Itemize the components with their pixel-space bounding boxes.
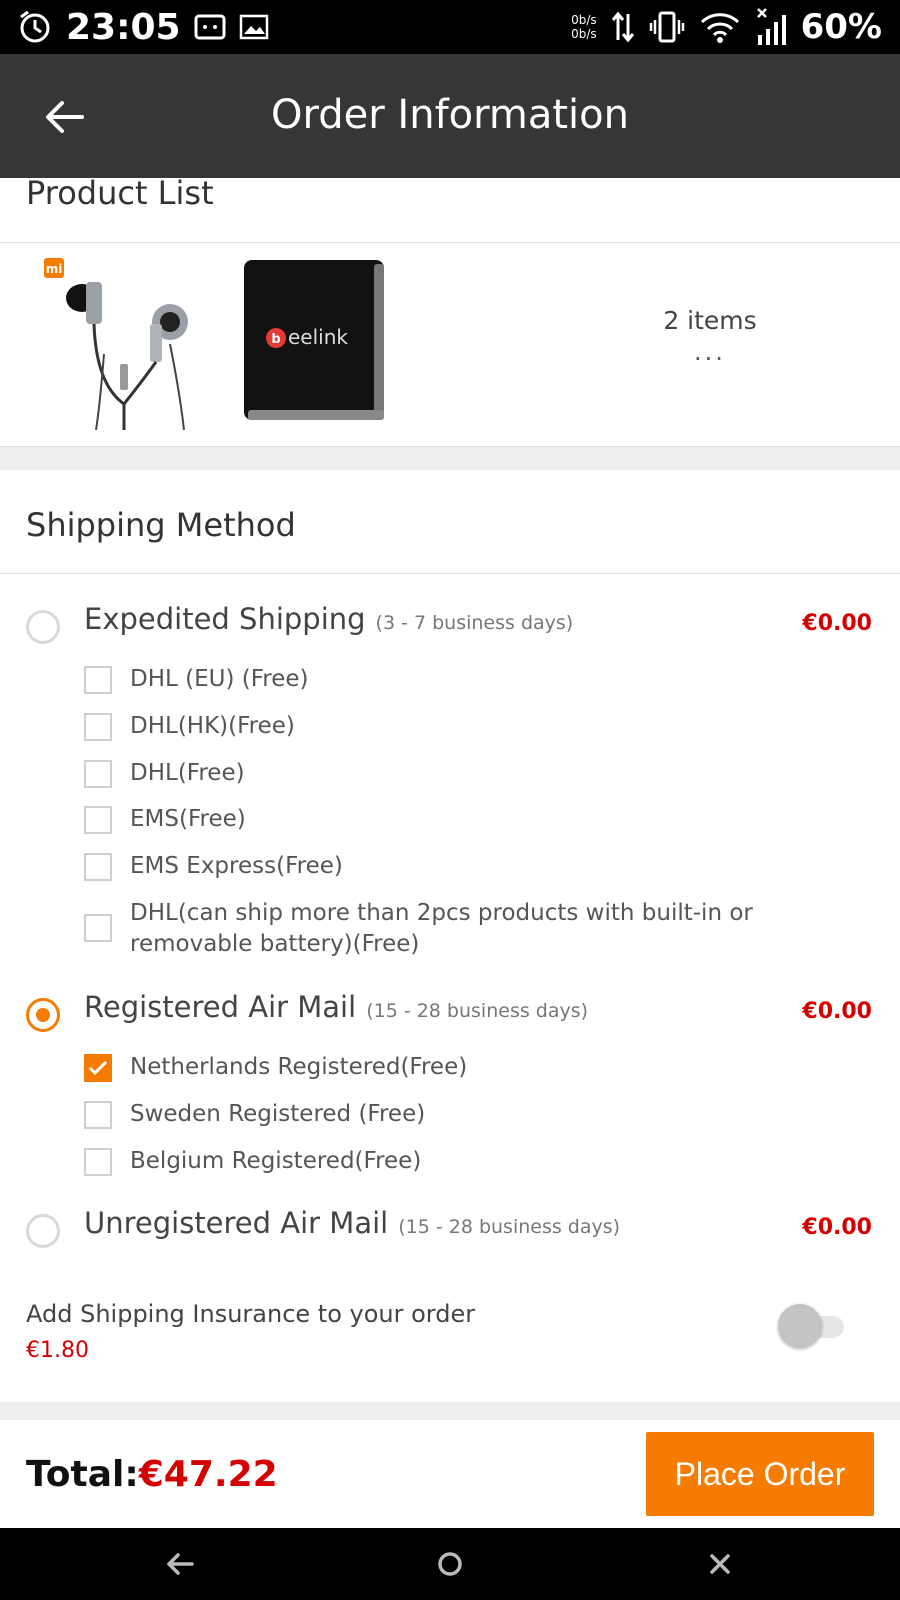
- radio-registered-air-mail[interactable]: [26, 998, 60, 1032]
- checkbox-dhl-battery[interactable]: [84, 914, 112, 942]
- method-price: €0.00: [802, 611, 872, 636]
- nav-close-icon: [710, 1554, 730, 1574]
- option-dhl-battery[interactable]: DHL(can ship more than 2pcs products wit…: [130, 898, 820, 960]
- method-name: Registered Air Mail: [84, 990, 357, 1024]
- tv-box-image: b eelink: [244, 260, 384, 420]
- method-price: €0.00: [802, 999, 872, 1024]
- order-footer: Total:€47.22 Place Order: [0, 1420, 900, 1528]
- checkbox-ems-express[interactable]: [84, 853, 112, 881]
- product-thumb-tv-box[interactable]: b eelink: [222, 254, 406, 430]
- total-amount: €47.22: [138, 1454, 278, 1495]
- method-registered-air-mail[interactable]: Registered Air Mail (15 - 28 business day…: [84, 990, 588, 1024]
- product-list-divider: [0, 242, 900, 243]
- vibrate-icon: [649, 11, 684, 43]
- method-days: (3 - 7 business days): [375, 612, 574, 634]
- place-order-button[interactable]: Place Order: [646, 1432, 874, 1516]
- option-belgium-registered[interactable]: Belgium Registered(Free): [130, 1146, 421, 1177]
- items-count[interactable]: 2 items: [630, 306, 790, 335]
- option-dhl-eu[interactable]: DHL (EU) (Free): [130, 664, 309, 695]
- checkbox-dhl-hk[interactable]: [84, 713, 112, 741]
- shipping-divider: [0, 573, 900, 574]
- checkbox-dhl-eu[interactable]: [84, 666, 112, 694]
- method-expedited-shipping[interactable]: Expedited Shipping (3 - 7 business days): [84, 602, 573, 636]
- download-speed: 0b/s: [571, 27, 597, 41]
- checkbox-netherlands-registered[interactable]: [84, 1054, 112, 1082]
- product-list-title: Product List: [26, 174, 214, 212]
- network-speed: 0b/s 0b/s: [571, 13, 597, 41]
- method-days: (15 - 28 business days): [366, 1000, 589, 1022]
- svg-text:b: b: [271, 332, 280, 347]
- radio-unregistered-air-mail[interactable]: [26, 1214, 60, 1248]
- option-netherlands-registered[interactable]: Netherlands Registered(Free): [130, 1052, 467, 1083]
- nav-home-button[interactable]: [428, 1542, 472, 1586]
- radio-expedited-shipping[interactable]: [26, 610, 60, 644]
- total-label: Total:: [26, 1454, 139, 1495]
- method-name: Expedited Shipping: [84, 602, 366, 636]
- status-left: 23:05: [16, 6, 269, 48]
- checkbox-ems[interactable]: [84, 806, 112, 834]
- method-days: (15 - 28 business days): [398, 1216, 621, 1238]
- method-price: €0.00: [802, 1215, 872, 1240]
- option-ems[interactable]: EMS(Free): [130, 804, 246, 835]
- nav-back-button[interactable]: [158, 1542, 202, 1586]
- shipping-method-title: Shipping Method: [26, 506, 296, 544]
- more-indicator[interactable]: ...: [630, 338, 790, 366]
- notification-icon: [194, 14, 226, 40]
- signal-icon: [756, 8, 786, 45]
- method-name: Unregistered Air Mail: [84, 1206, 389, 1240]
- checkbox-dhl[interactable]: [84, 760, 112, 788]
- checkmark-icon: [88, 1060, 108, 1076]
- gallery-icon: [239, 14, 268, 40]
- nav-back-icon: [167, 1553, 194, 1575]
- order-total: Total:€47.22: [26, 1454, 278, 1495]
- nav-close-button[interactable]: [698, 1542, 742, 1586]
- status-bar: 23:05 0b/s 0b/s 60%: [0, 0, 900, 54]
- checkbox-sweden-registered[interactable]: [84, 1101, 112, 1129]
- nav-home-icon: [438, 1552, 462, 1576]
- page-title: Order Information: [271, 92, 629, 138]
- beelink-logo: eelink: [288, 325, 348, 349]
- product-list-card: Product List mi b eelink 2 items ...: [0, 174, 900, 447]
- alarm-icon: [20, 10, 50, 43]
- shipping-method-card: Shipping Method Expedited Shipping (3 - 7…: [0, 470, 900, 1402]
- product-thumb-earphones[interactable]: mi: [20, 254, 210, 431]
- option-ems-express[interactable]: EMS Express(Free): [130, 851, 343, 882]
- option-dhl[interactable]: DHL(Free): [130, 758, 245, 789]
- wifi-icon: [700, 13, 739, 43]
- status-right: 0b/s 0b/s 60%: [571, 6, 882, 48]
- checkbox-belgium-registered[interactable]: [84, 1148, 112, 1176]
- shipping-insurance-toggle[interactable]: [778, 1304, 848, 1348]
- shipping-insurance-price: €1.80: [26, 1338, 89, 1363]
- app-bar: Order Information: [0, 54, 900, 178]
- system-nav-bar: [0, 1528, 900, 1600]
- method-unregistered-air-mail[interactable]: Unregistered Air Mail (15 - 28 business d…: [84, 1206, 620, 1240]
- data-transfer-icon: [611, 11, 634, 43]
- status-time: 23:05: [66, 6, 181, 48]
- earphones-image: mi: [44, 258, 188, 431]
- option-dhl-hk[interactable]: DHL(HK)(Free): [130, 711, 295, 742]
- shipping-insurance-label: Add Shipping Insurance to your order: [26, 1300, 476, 1328]
- mi-logo: mi: [46, 262, 63, 276]
- option-sweden-registered[interactable]: Sweden Registered (Free): [130, 1099, 425, 1130]
- toggle-knob: [778, 1304, 822, 1348]
- upload-speed: 0b/s: [571, 13, 597, 27]
- battery-level: 60%: [800, 7, 882, 47]
